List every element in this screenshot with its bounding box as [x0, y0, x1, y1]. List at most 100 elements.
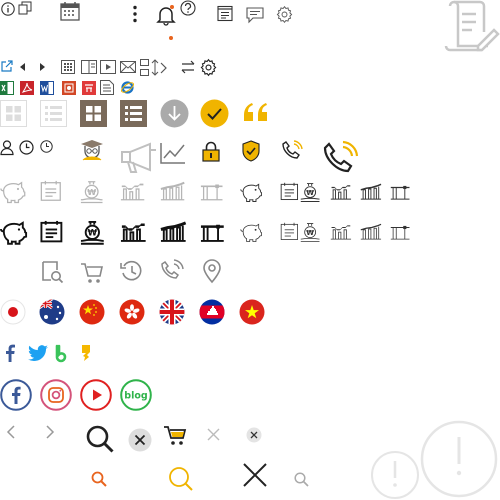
vietnam-flag-icon [239, 299, 265, 325]
word-file-icon[interactable] [40, 81, 54, 95]
more-vertical-icon[interactable] [131, 5, 139, 23]
notification-bell-icon[interactable] [156, 3, 176, 43]
phone-call-large-icon[interactable] [322, 140, 359, 177]
info-icon[interactable] [1, 2, 15, 16]
lock-icon [202, 141, 220, 162]
close-small-circle-icon[interactable] [246, 427, 262, 443]
coin-hand-icon: ₩ [80, 180, 103, 204]
graduate-icon [80, 139, 104, 161]
close-circle-icon[interactable] [128, 428, 152, 452]
australia-flag-icon [39, 299, 65, 325]
kakaostory-icon[interactable] [80, 344, 92, 362]
youtube-circle-icon[interactable] [80, 379, 112, 411]
twitter-icon[interactable] [28, 345, 48, 362]
cart-icon[interactable] [80, 261, 104, 285]
instagram-circle-icon[interactable] [40, 379, 72, 411]
arrow-left-small-icon[interactable] [20, 63, 26, 71]
clock-icon[interactable] [19, 140, 34, 155]
document-scroll-icon [444, 0, 500, 56]
coin-hand-small-icon: ₩ [300, 182, 320, 202]
coin-hand-bold-icon: ₩ [80, 220, 105, 245]
bar-chart-small-icon [330, 182, 352, 201]
notepad-icon[interactable] [217, 5, 233, 22]
piggy-bank-icon [0, 180, 26, 204]
min-max-chart-small-icon [390, 182, 410, 201]
location-pin-icon[interactable] [202, 259, 222, 284]
search-orange-icon[interactable] [91, 471, 107, 487]
arrow-right-icon[interactable] [46, 425, 55, 439]
svg-text:₩: ₩ [88, 229, 98, 239]
copy-icon[interactable] [18, 1, 32, 15]
hong-kong-flag-icon [119, 299, 145, 325]
china-flag-icon [79, 299, 105, 325]
clock-small-icon[interactable] [40, 140, 53, 153]
facebook-circle-icon[interactable] [0, 379, 32, 411]
piggy-bank-small-icon [240, 182, 262, 202]
hwp-file-icon[interactable] [82, 81, 96, 95]
bar-chart-icon [120, 180, 145, 202]
sort-icon[interactable] [140, 59, 160, 77]
close-large-icon[interactable] [243, 463, 267, 487]
download-circle-icon[interactable] [160, 99, 189, 128]
arrow-left-icon[interactable] [6, 425, 15, 439]
band-icon[interactable] [55, 344, 69, 363]
mail-icon[interactable] [120, 61, 136, 73]
alert-circle-large-icon [420, 420, 498, 498]
help-icon[interactable] [180, 0, 196, 16]
powerpoint-file-icon[interactable] [62, 81, 76, 95]
uk-flag-icon [159, 299, 185, 325]
pdf-file-icon[interactable] [20, 81, 34, 95]
min-max-chart-outline-icon [390, 222, 410, 241]
arrow-right-small-icon[interactable] [39, 63, 45, 71]
ledger-small-icon [280, 182, 299, 201]
bar-chart-up-icon [160, 180, 185, 202]
svg-text:₩: ₩ [306, 188, 314, 197]
cart-gold-icon[interactable] [163, 425, 187, 447]
calendar-icon[interactable] [60, 1, 80, 21]
japan-flag-icon [0, 299, 26, 325]
gear-icon[interactable] [200, 58, 217, 77]
user-icon[interactable] [0, 140, 14, 156]
grid-view-light-icon[interactable] [0, 100, 27, 127]
bar-chart-outline-icon [330, 222, 352, 241]
quote-icon [242, 101, 268, 123]
settings-gear-icon[interactable] [276, 5, 293, 24]
search-doc-icon[interactable] [40, 260, 64, 284]
coin-hand-outline-icon: ₩ [300, 222, 320, 242]
close-light-icon[interactable] [207, 428, 220, 441]
ledger-outline-icon [280, 222, 299, 241]
svg-text:₩: ₩ [87, 187, 96, 197]
history-icon[interactable] [120, 259, 144, 283]
calculator-icon[interactable] [61, 60, 75, 74]
list-view-light-icon[interactable] [40, 100, 67, 127]
chevron-right-icon[interactable] [160, 62, 167, 74]
shield-check-icon [242, 140, 260, 162]
bar-chart-up-outline-icon [360, 222, 382, 241]
phone-history-icon[interactable] [160, 259, 184, 283]
book-icon[interactable] [81, 60, 97, 74]
min-max-chart-bold-icon [200, 220, 225, 243]
line-chart-icon [160, 142, 186, 164]
chat-bubble-icon[interactable] [246, 7, 264, 24]
list-view-dark-icon[interactable] [120, 100, 147, 127]
text-file-icon[interactable] [100, 80, 114, 95]
video-play-icon[interactable] [100, 60, 116, 74]
piggy-bank-bold-icon [0, 220, 28, 245]
ie-browser-icon[interactable] [120, 80, 135, 95]
facebook-icon[interactable] [5, 344, 15, 362]
blog-label: blog [124, 391, 147, 402]
megaphone-icon [120, 142, 158, 174]
cambodia-flag-icon [199, 299, 225, 325]
search-small-icon[interactable] [294, 472, 309, 487]
swap-arrows-icon[interactable] [181, 60, 195, 74]
check-circle-icon[interactable] [200, 99, 229, 128]
blog-circle-icon[interactable]: blog [120, 379, 152, 411]
phone-call-icon[interactable] [281, 140, 303, 162]
svg-text:₩: ₩ [306, 228, 314, 237]
grid-view-dark-icon[interactable] [80, 100, 107, 127]
excel-file-icon[interactable] [0, 81, 14, 95]
search-large-icon[interactable] [86, 425, 114, 453]
external-link-icon[interactable] [1, 60, 13, 72]
ledger-bold-icon [40, 220, 63, 243]
search-gold-icon[interactable] [168, 466, 194, 492]
